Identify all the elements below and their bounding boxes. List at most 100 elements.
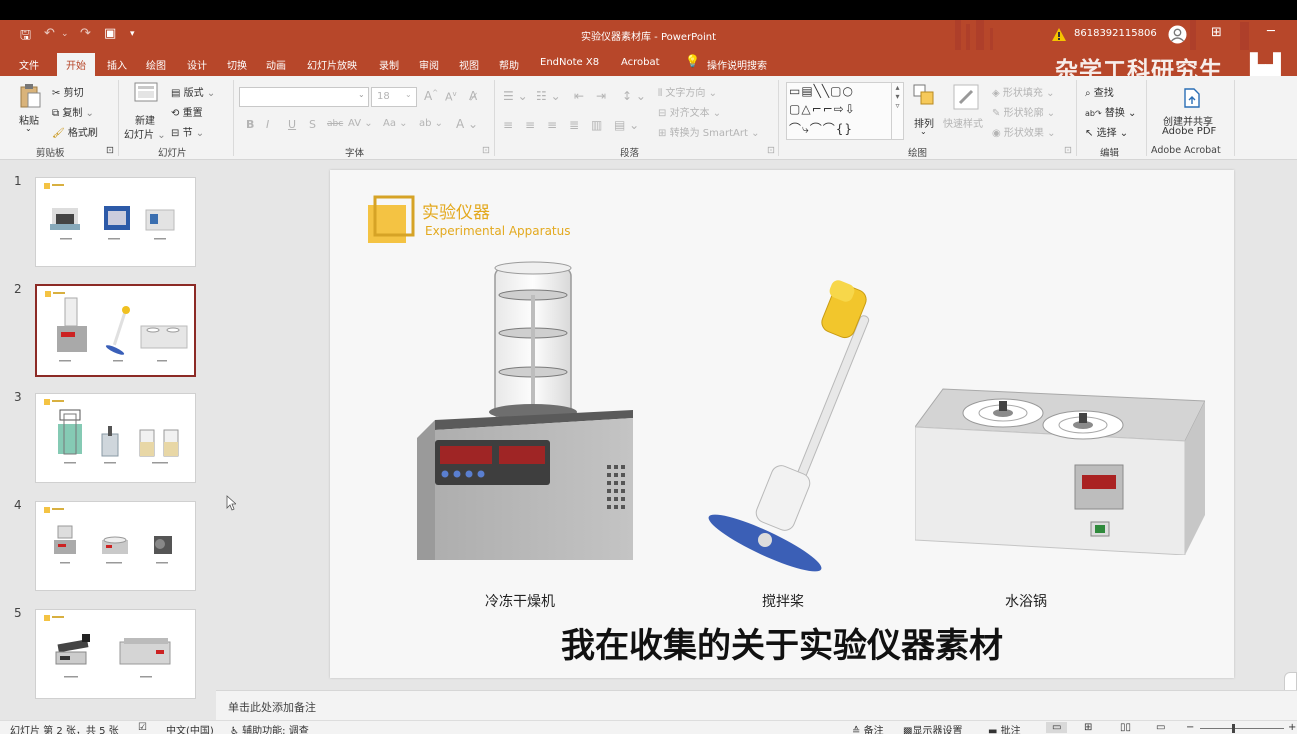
tab-transitions[interactable]: 切换 (227, 57, 247, 72)
new-slide-button-line1[interactable]: 新建 (135, 112, 155, 127)
format-painter-button[interactable]: 🖌 格式刷 (52, 124, 98, 139)
slide-thumbnail-4[interactable] (35, 501, 196, 591)
character-spacing-icon[interactable]: AV ⌄ (348, 118, 373, 129)
tab-record[interactable]: 录制 (379, 57, 399, 72)
slideshow-view-icon[interactable]: ▭ (1156, 722, 1165, 733)
copy-button[interactable]: ⧉ 复制 ⌄ (52, 104, 94, 119)
text-direction-button[interactable]: ⫴ 文字方向 ⌄ (658, 84, 717, 99)
water-bath-illustration[interactable] (915, 375, 1205, 555)
tab-animations[interactable]: 动画 (266, 57, 286, 72)
shapes-scroll-icon[interactable]: ▴ ▾ ▿ (891, 83, 903, 139)
align-text-button[interactable]: ⊟ 对齐文本 ⌄ (658, 104, 721, 119)
notes-toggle-button[interactable]: ≙ 备注 (852, 722, 884, 734)
shape-fill-button[interactable]: ◈ 形状填充 ⌄ (992, 84, 1054, 99)
strikethrough-icon[interactable]: abc (327, 119, 343, 129)
paste-dropdown-icon[interactable]: ⌄ (25, 124, 32, 133)
arrange-dropdown-icon[interactable]: ⌄ (920, 127, 927, 136)
highlight-icon[interactable]: ab ⌄ (419, 118, 443, 129)
align-left-icon[interactable]: ≡ (503, 118, 513, 132)
align-center-icon[interactable]: ≡ (525, 118, 535, 132)
tab-acrobat[interactable]: Acrobat (621, 57, 660, 68)
stirring-paddle-illustration[interactable] (685, 278, 875, 573)
paragraph-launcher-icon[interactable]: ⊡ (767, 145, 775, 156)
adobe-pdf-icon[interactable] (1183, 88, 1201, 108)
zoom-slider-thumb[interactable] (1232, 724, 1235, 733)
language-indicator[interactable]: 中文(中国) (166, 722, 214, 734)
tab-review[interactable]: 审阅 (419, 57, 439, 72)
minimize-icon[interactable]: ─ (1267, 24, 1275, 39)
tab-help[interactable]: 帮助 (499, 57, 519, 72)
find-button[interactable]: ⌕ 查找 (1085, 84, 1114, 99)
item-label-freeze-dryer[interactable]: 冷冻干燥机 (485, 591, 555, 611)
lightbulb-icon[interactable]: 💡 (685, 54, 700, 68)
tab-draw[interactable]: 绘图 (146, 57, 166, 72)
decrease-font-icon[interactable]: Av (445, 90, 457, 104)
clear-formatting-icon[interactable]: A̷ (469, 89, 477, 103)
normal-view-icon[interactable]: ▭ (1046, 722, 1068, 733)
thumbnail-pane[interactable]: 1 2 3 4 5 (0, 160, 216, 720)
new-slide-icon[interactable] (134, 82, 158, 104)
font-name-combo[interactable] (239, 87, 369, 107)
tab-design[interactable]: 设计 (187, 57, 207, 72)
smartart-button[interactable]: ⊞ 转换为 SmartArt ⌄ (658, 124, 759, 139)
slide-title-english[interactable]: Experimental Apparatus (425, 224, 570, 238)
create-pdf-button-line2[interactable]: Adobe PDF (1162, 126, 1216, 137)
spelling-check-icon[interactable]: ☑ (138, 722, 147, 733)
slide-thumbnail-2[interactable] (35, 284, 196, 377)
new-slide-button-line2[interactable]: 幻灯片 ⌄ (124, 126, 166, 141)
increase-indent-icon[interactable]: ⇥ (596, 89, 606, 103)
layout-button[interactable]: ▤ 版式 ⌄ (171, 84, 215, 99)
tell-me-search[interactable]: 操作说明搜索 (707, 57, 767, 72)
italic-icon[interactable]: I (266, 118, 269, 131)
shadow-icon[interactable]: S (309, 118, 316, 131)
warning-icon[interactable] (1052, 28, 1066, 41)
reading-view-icon[interactable]: ▯▯ (1120, 722, 1131, 733)
shapes-gallery[interactable]: ▭▤╲╲▢○ ▢△⌐⌐⇨⇩ ⌒⤷⌒⌒{} ▴ ▾ ▿ (786, 82, 904, 140)
notes-pane[interactable]: 单击此处添加备注 (216, 690, 1297, 720)
freeze-dryer-illustration[interactable] (415, 260, 645, 560)
increase-font-icon[interactable]: A^ (424, 89, 438, 103)
notes-placeholder[interactable]: 单击此处添加备注 (228, 699, 316, 715)
clipboard-launcher-icon[interactable]: ⊡ (106, 145, 114, 156)
font-name-dropdown-icon[interactable]: ⌄ (358, 90, 365, 99)
bullets-icon[interactable]: ☰ ⌄ (503, 89, 528, 103)
reset-button[interactable]: ⟲ 重置 (171, 104, 203, 119)
font-size-combo[interactable]: 18 ⌄ (371, 87, 417, 107)
item-label-water-bath[interactable]: 水浴锅 (1005, 591, 1047, 611)
section-button[interactable]: ⊟ 节 ⌄ (171, 124, 204, 139)
paste-icon[interactable] (19, 83, 41, 109)
ribbon-display-options-icon[interactable]: ⊞ (1211, 25, 1222, 40)
account-name[interactable]: 8618392115806 (1074, 28, 1157, 39)
shape-outline-button[interactable]: ✎ 形状轮廓 ⌄ (992, 104, 1055, 119)
shape-effects-button[interactable]: ◉ 形状效果 ⌄ (992, 124, 1055, 139)
drawing-launcher-icon[interactable]: ⊡ (1064, 145, 1072, 156)
slide-thumbnail-3[interactable] (35, 393, 196, 483)
tab-insert[interactable]: 插入 (107, 57, 127, 72)
tab-endnote[interactable]: EndNote X8 (540, 57, 599, 68)
tab-slideshow[interactable]: 幻灯片放映 (307, 57, 357, 72)
tab-view[interactable]: 视图 (459, 57, 479, 72)
zoom-in-icon[interactable]: + (1288, 722, 1296, 733)
slide-canvas[interactable]: 实验仪器 Experimental Apparatus 冷冻干燥机 搅拌桨 水浴… (330, 170, 1234, 678)
cut-button[interactable]: ✂ 剪切 (52, 84, 84, 99)
slide-title-chinese[interactable]: 实验仪器 (422, 198, 490, 223)
distributed-icon[interactable]: ▥ (591, 118, 602, 132)
quick-styles-button[interactable]: 快速样式 (943, 115, 983, 130)
quick-styles-icon[interactable] (952, 83, 980, 111)
zoom-slider[interactable] (1200, 728, 1284, 729)
numbering-icon[interactable]: ☷ ⌄ (536, 89, 561, 103)
change-case-icon[interactable]: Aa ⌄ (383, 118, 408, 129)
item-label-stirring-paddle[interactable]: 搅拌桨 (762, 591, 804, 611)
replace-button[interactable]: ab↷ 替换 ⌄ (1085, 104, 1136, 119)
decrease-indent-icon[interactable]: ⇤ (574, 89, 584, 103)
justify-icon[interactable]: ≣ (569, 118, 579, 132)
tab-file[interactable]: 文件 (19, 57, 39, 72)
underline-icon[interactable]: U (288, 118, 296, 131)
tab-home[interactable]: 开始 (57, 53, 95, 78)
comments-button[interactable]: ▬ 批注 (988, 722, 1021, 734)
columns-icon[interactable]: ▤ ⌄ (614, 118, 639, 132)
slide-thumbnail-1[interactable] (35, 177, 196, 267)
accessibility-button[interactable]: ♿ 辅助功能: 调查 (230, 722, 309, 734)
display-settings-button[interactable]: ▩显示器设置 (903, 722, 962, 734)
arrange-icon[interactable] (913, 84, 935, 106)
